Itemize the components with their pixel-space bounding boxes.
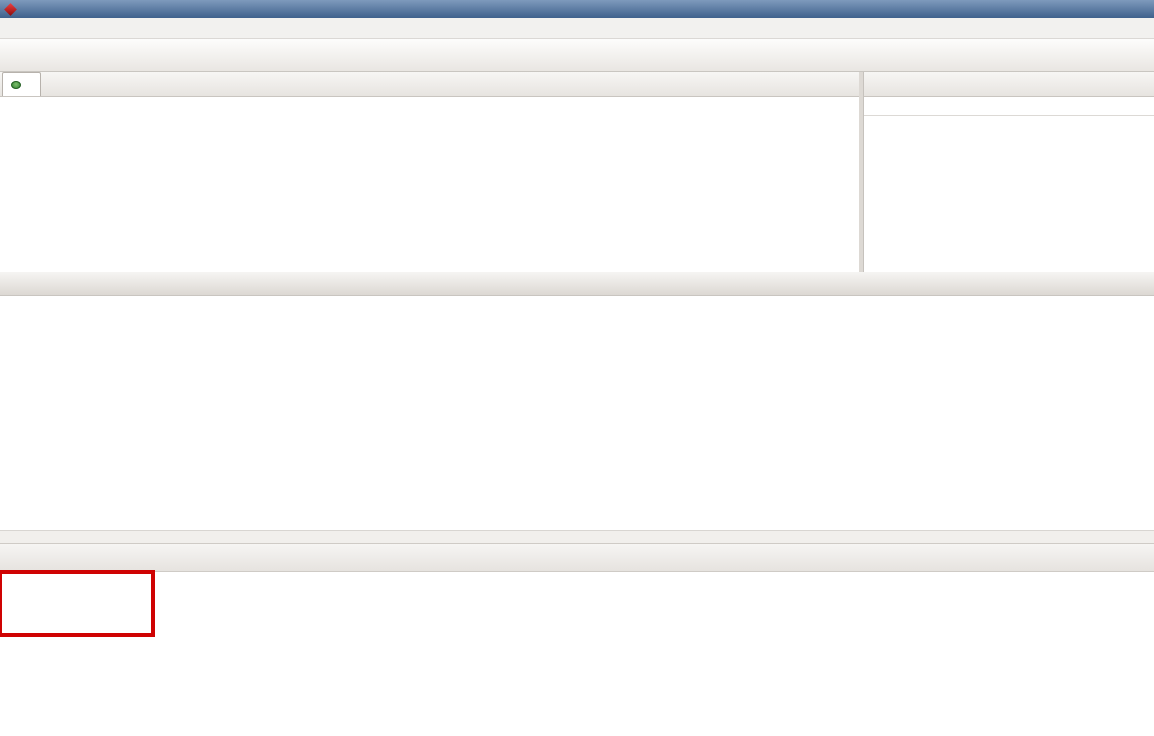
right-panel-tabs xyxy=(864,72,1154,97)
debug-panel-body xyxy=(0,97,859,272)
console-output[interactable] xyxy=(0,572,1154,736)
expressions-panel xyxy=(863,72,1154,272)
app-logo-icon xyxy=(4,3,17,16)
console-tab-bar xyxy=(0,543,1154,572)
annotation-rect xyxy=(0,570,155,637)
code-area[interactable] xyxy=(0,296,1154,530)
horizontal-scrollbar[interactable] xyxy=(0,530,1154,543)
editor-tab-bar xyxy=(0,272,1154,296)
title-bar xyxy=(0,0,1154,18)
menu-bar xyxy=(0,18,1154,39)
debug-panel-tabs xyxy=(0,72,859,97)
tab-debug[interactable] xyxy=(2,72,41,96)
column-header-name xyxy=(864,97,1154,116)
debug-icon xyxy=(11,81,21,89)
scroll-left-icon[interactable] xyxy=(34,532,46,543)
debug-panel xyxy=(0,72,859,272)
main-toolbar xyxy=(0,39,1154,72)
upper-area xyxy=(0,72,1154,272)
